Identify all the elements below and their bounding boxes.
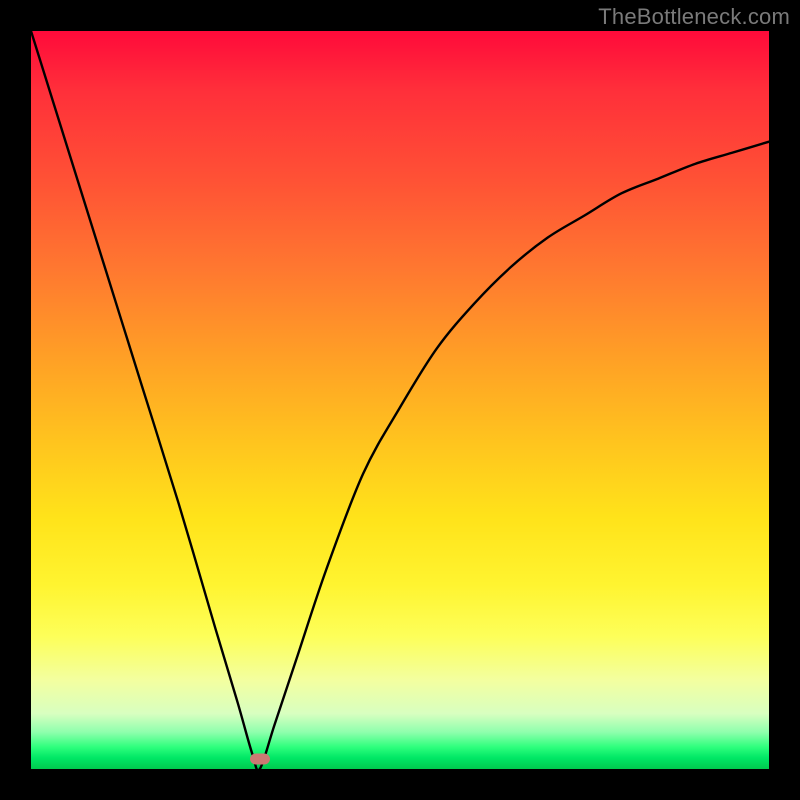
chart-plot-area [31,31,769,769]
chart-curve [31,31,769,769]
chart-frame: TheBottleneck.com [0,0,800,800]
chart-min-marker [250,753,270,764]
watermark-text: TheBottleneck.com [598,4,790,30]
